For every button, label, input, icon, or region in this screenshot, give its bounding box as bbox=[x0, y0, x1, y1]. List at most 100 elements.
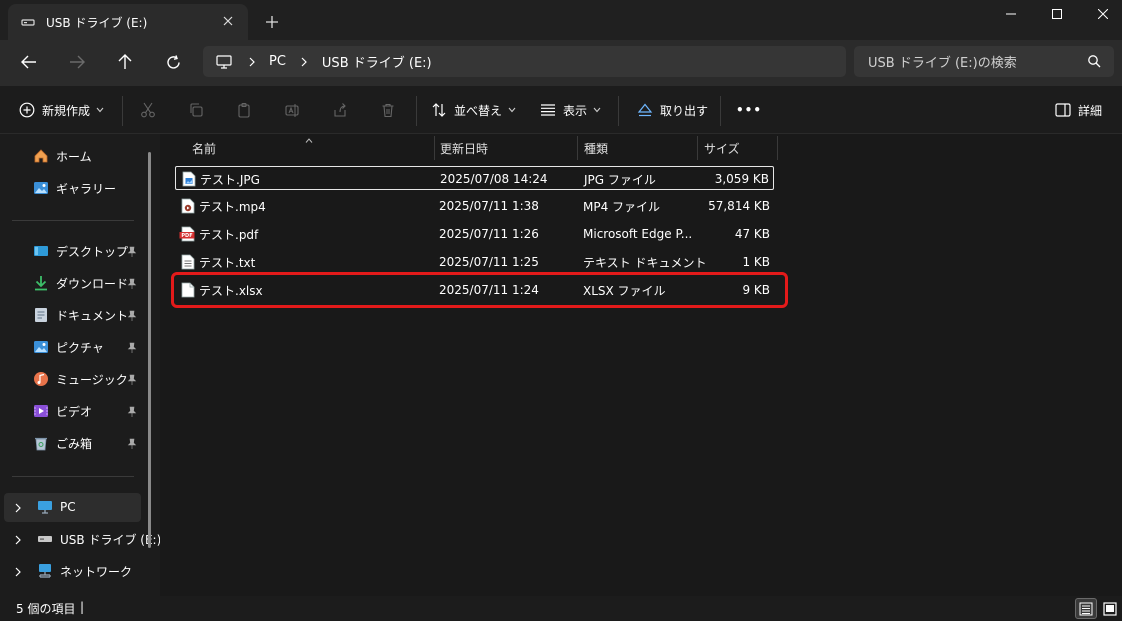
cut-icon[interactable] bbox=[136, 98, 160, 122]
file-date: 2025/07/11 1:26 bbox=[439, 227, 539, 241]
eject-button[interactable]: 取り出す bbox=[636, 94, 708, 126]
home-icon bbox=[32, 147, 50, 165]
file-date: 2025/07/11 1:25 bbox=[439, 255, 539, 269]
sidebar-item-label: ネットワーク bbox=[60, 564, 133, 579]
new-tab-button[interactable] bbox=[262, 12, 282, 32]
sidebar-item-label: ミュージック bbox=[56, 372, 128, 387]
column-divider[interactable] bbox=[577, 136, 578, 160]
sidebar-item-downloads[interactable]: ダウンロード bbox=[32, 270, 128, 296]
forward-button[interactable] bbox=[63, 48, 91, 76]
drive-icon bbox=[20, 14, 36, 30]
column-header-date[interactable]: 更新日時 bbox=[440, 136, 488, 160]
tab-close-icon[interactable] bbox=[218, 11, 238, 31]
sidebar-item-network[interactable]: ネットワーク bbox=[36, 558, 132, 584]
sort-button-label: 並べ替え bbox=[454, 103, 503, 118]
tiles-view-icon bbox=[1103, 601, 1117, 616]
view-button[interactable]: 表示 bbox=[539, 94, 601, 126]
sidebar-item-label: PC bbox=[60, 500, 76, 514]
more-options-button[interactable]: ••• bbox=[736, 94, 762, 126]
txt-file-icon bbox=[181, 254, 195, 270]
file-size: 3,059 KB bbox=[714, 172, 769, 186]
sidebar-item-label: ギャラリー bbox=[56, 181, 117, 196]
new-button[interactable]: 新規作成 bbox=[18, 94, 104, 126]
table-row[interactable]: PDF テスト.pdf 2025/07/11 1:26 Microsoft Ed… bbox=[175, 222, 774, 246]
column-divider[interactable] bbox=[777, 136, 778, 160]
recycle-bin-icon bbox=[32, 434, 50, 452]
sidebar-item-gallery[interactable]: ギャラリー bbox=[32, 175, 116, 201]
pin-icon[interactable] bbox=[126, 438, 138, 450]
column-divider[interactable] bbox=[434, 136, 435, 160]
file-date: 2025/07/08 14:24 bbox=[440, 172, 548, 186]
pin-icon[interactable] bbox=[126, 278, 138, 290]
sort-button[interactable]: 並べ替え bbox=[430, 94, 516, 126]
chevron-right-icon[interactable] bbox=[12, 534, 24, 546]
close-window-button[interactable] bbox=[1080, 0, 1122, 28]
file-type: Microsoft Edge P... bbox=[583, 227, 693, 241]
delete-icon[interactable] bbox=[376, 98, 400, 122]
details-pane-button[interactable]: 詳細 bbox=[1054, 94, 1102, 126]
search-input[interactable]: USB ドライブ (E:)の検索 bbox=[854, 46, 1114, 77]
toolbar-divider bbox=[618, 96, 619, 126]
column-header-size[interactable]: サイズ bbox=[704, 136, 740, 160]
breadcrumb-pc[interactable]: PC bbox=[269, 54, 286, 69]
pin-icon[interactable] bbox=[126, 406, 138, 418]
table-row[interactable]: テスト.txt 2025/07/11 1:25 テキスト ドキュメント 1 KB bbox=[175, 250, 774, 274]
status-bar bbox=[0, 596, 1122, 621]
back-button[interactable] bbox=[15, 48, 43, 76]
share-icon[interactable] bbox=[328, 98, 352, 122]
pin-icon[interactable] bbox=[126, 310, 138, 322]
chevron-right-icon[interactable] bbox=[12, 566, 24, 578]
sidebar-item-music[interactable]: ミュージック bbox=[32, 366, 128, 392]
sidebar-item-usb-drive[interactable]: USB ドライブ (E:) bbox=[36, 526, 161, 552]
search-placeholder: USB ドライブ (E:)の検索 bbox=[868, 56, 1017, 71]
pin-icon[interactable] bbox=[126, 246, 138, 258]
status-separator: | bbox=[80, 600, 85, 614]
chevron-right-icon[interactable] bbox=[12, 502, 24, 514]
pin-icon[interactable] bbox=[126, 374, 138, 386]
sidebar-item-documents[interactable]: ドキュメント bbox=[32, 302, 128, 328]
sidebar-item-label: ドキュメント bbox=[56, 308, 129, 323]
refresh-button[interactable] bbox=[159, 48, 187, 76]
eject-button-label: 取り出す bbox=[660, 103, 709, 118]
details-view-button[interactable] bbox=[1075, 598, 1097, 619]
file-size: 47 KB bbox=[734, 227, 770, 241]
column-divider[interactable] bbox=[697, 136, 698, 160]
sidebar-item-home[interactable]: ホーム bbox=[32, 143, 92, 169]
network-icon bbox=[36, 562, 54, 580]
videos-icon bbox=[32, 402, 50, 420]
table-row[interactable]: テスト.mp4 2025/07/11 1:38 MP4 ファイル 57,814 … bbox=[175, 194, 774, 218]
up-button[interactable] bbox=[111, 48, 139, 76]
breadcrumb-usb-drive[interactable]: USB ドライブ (E:) bbox=[322, 52, 432, 71]
highlight-annotation-box bbox=[171, 272, 788, 308]
sidebar-item-desktop[interactable]: デスクトップ bbox=[32, 238, 128, 264]
chevron-down-icon bbox=[593, 107, 601, 113]
sidebar-item-pictures[interactable]: ピクチャ bbox=[32, 334, 104, 360]
mp4-file-icon bbox=[181, 198, 195, 214]
tab-usb-drive[interactable]: USB ドライブ (E:) bbox=[8, 4, 248, 40]
sidebar-divider bbox=[12, 220, 134, 221]
column-header-name[interactable]: 名前 bbox=[192, 136, 216, 160]
minimize-button[interactable] bbox=[988, 0, 1034, 28]
address-bar[interactable]: PC USB ドライブ (E:) bbox=[203, 46, 846, 77]
sidebar-item-label: ダウンロード bbox=[56, 276, 129, 291]
sidebar-item-pc[interactable]: PC bbox=[36, 494, 76, 520]
column-header-type[interactable]: 種類 bbox=[584, 136, 608, 160]
new-button-label: 新規作成 bbox=[42, 103, 91, 118]
pdf-file-icon: PDF bbox=[179, 226, 197, 242]
chevron-down-icon bbox=[508, 107, 516, 113]
details-pane-label: 詳細 bbox=[1078, 103, 1103, 118]
file-size: 1 KB bbox=[742, 255, 770, 269]
rename-icon[interactable] bbox=[280, 98, 304, 122]
monitor-icon bbox=[215, 53, 233, 71]
paste-icon[interactable] bbox=[232, 98, 256, 122]
sidebar-item-videos[interactable]: ビデオ bbox=[32, 398, 92, 424]
maximize-button[interactable] bbox=[1034, 0, 1080, 28]
table-row[interactable]: テスト.JPG 2025/07/08 14:24 JPG ファイル 3,059 … bbox=[175, 166, 774, 190]
sidebar-item-recycle-bin[interactable]: ごみ箱 bbox=[32, 430, 92, 456]
tiles-view-button[interactable] bbox=[1099, 598, 1121, 619]
copy-icon[interactable] bbox=[184, 98, 208, 122]
file-size: 57,814 KB bbox=[708, 199, 770, 213]
chevron-down-icon bbox=[96, 107, 104, 113]
sidebar-scrollbar[interactable] bbox=[148, 152, 151, 548]
pin-icon[interactable] bbox=[126, 342, 138, 354]
